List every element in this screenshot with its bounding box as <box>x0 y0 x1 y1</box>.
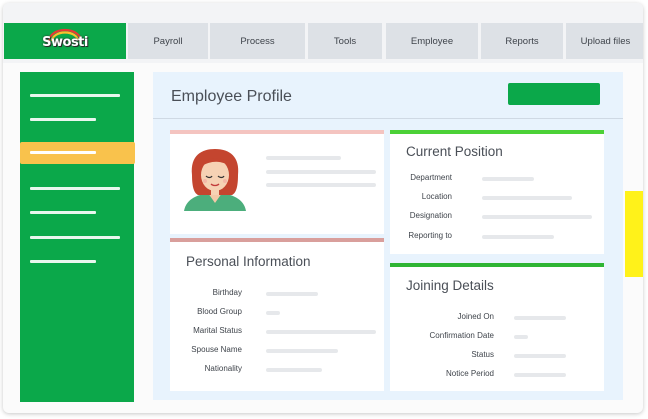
profile-card-bar <box>170 130 384 134</box>
marital-status-label: Marital Status <box>193 326 242 335</box>
tab-reports[interactable]: Reports <box>481 23 563 59</box>
blood-group-label: Blood Group <box>197 307 242 316</box>
personal-information-card-bar <box>170 238 384 242</box>
confirmation-date-label: Confirmation Date <box>429 331 494 340</box>
current-position-card-bar <box>390 130 604 134</box>
profile-line-2 <box>266 170 376 174</box>
sidebar-item-1[interactable] <box>30 94 120 97</box>
department-label: Department <box>410 173 452 182</box>
profile-line-1 <box>266 156 341 160</box>
page-header: Employee Profile <box>153 72 623 119</box>
header-action-button[interactable] <box>508 83 600 105</box>
status-value <box>514 354 566 358</box>
spouse-name-label: Spouse Name <box>191 345 242 354</box>
swosti-logo: Swosti <box>39 28 91 52</box>
birthday-label: Birthday <box>212 288 242 297</box>
location-value <box>482 196 572 200</box>
joined-on-label: Joined On <box>457 312 494 321</box>
sidebar-item-6[interactable] <box>30 236 120 239</box>
joining-details-card-bar <box>390 263 604 267</box>
personal-information-title: Personal Information <box>186 254 311 269</box>
marital-status-value <box>266 330 376 334</box>
reporting-to-value <box>482 235 554 239</box>
tab-upload-files[interactable]: Upload files <box>566 23 643 59</box>
joined-on-value <box>514 316 566 320</box>
location-label: Location <box>421 192 452 201</box>
current-position-card: Current Position Department Location Des… <box>390 130 604 254</box>
top-navigation-bar: Swosti Payroll Process Tools Employee Re… <box>3 3 643 63</box>
designation-label: Designation <box>409 211 452 220</box>
sidebar-item-4[interactable] <box>30 187 120 190</box>
joining-details-card: Joining Details Joined On Confirmation D… <box>390 263 604 391</box>
personal-information-card: Personal Information Birthday Blood Grou… <box>170 238 384 391</box>
nationality-label: Nationality <box>204 364 242 373</box>
joining-details-title: Joining Details <box>406 278 494 293</box>
sidebar-item-5[interactable] <box>30 211 96 214</box>
logo-text: Swosti <box>42 35 88 50</box>
tab-employee[interactable]: Employee <box>386 23 478 59</box>
sidebar <box>20 72 135 402</box>
nationality-value <box>266 368 322 372</box>
birthday-value <box>266 292 318 296</box>
tab-tools[interactable]: Tools <box>308 23 382 59</box>
tab-payroll[interactable]: Payroll <box>128 23 208 59</box>
reporting-to-label: Reporting to <box>408 231 452 240</box>
female-avatar-icon <box>184 149 246 211</box>
current-position-title: Current Position <box>406 144 503 159</box>
sidebar-item-active[interactable] <box>20 142 135 164</box>
spouse-name-value <box>266 349 338 353</box>
logo-tab[interactable]: Swosti <box>4 23 126 59</box>
notice-period-value <box>514 373 566 377</box>
tab-process[interactable]: Process <box>210 23 305 59</box>
blood-group-value <box>266 311 280 315</box>
app-window: Swosti Payroll Process Tools Employee Re… <box>3 3 643 413</box>
main-content: Employee Profile Current Position Depart… <box>153 72 623 400</box>
status-label: Status <box>471 350 494 359</box>
department-value <box>482 177 534 181</box>
profile-card <box>170 130 384 234</box>
side-accent-tab[interactable] <box>625 191 643 277</box>
designation-value <box>482 215 592 219</box>
profile-line-3 <box>266 183 376 187</box>
confirmation-date-value <box>514 335 528 339</box>
page-title: Employee Profile <box>171 88 292 105</box>
sidebar-item-active-line <box>30 151 96 154</box>
sidebar-item-2[interactable] <box>30 118 96 121</box>
sidebar-item-7[interactable] <box>30 260 96 263</box>
notice-period-label: Notice Period <box>445 369 494 378</box>
